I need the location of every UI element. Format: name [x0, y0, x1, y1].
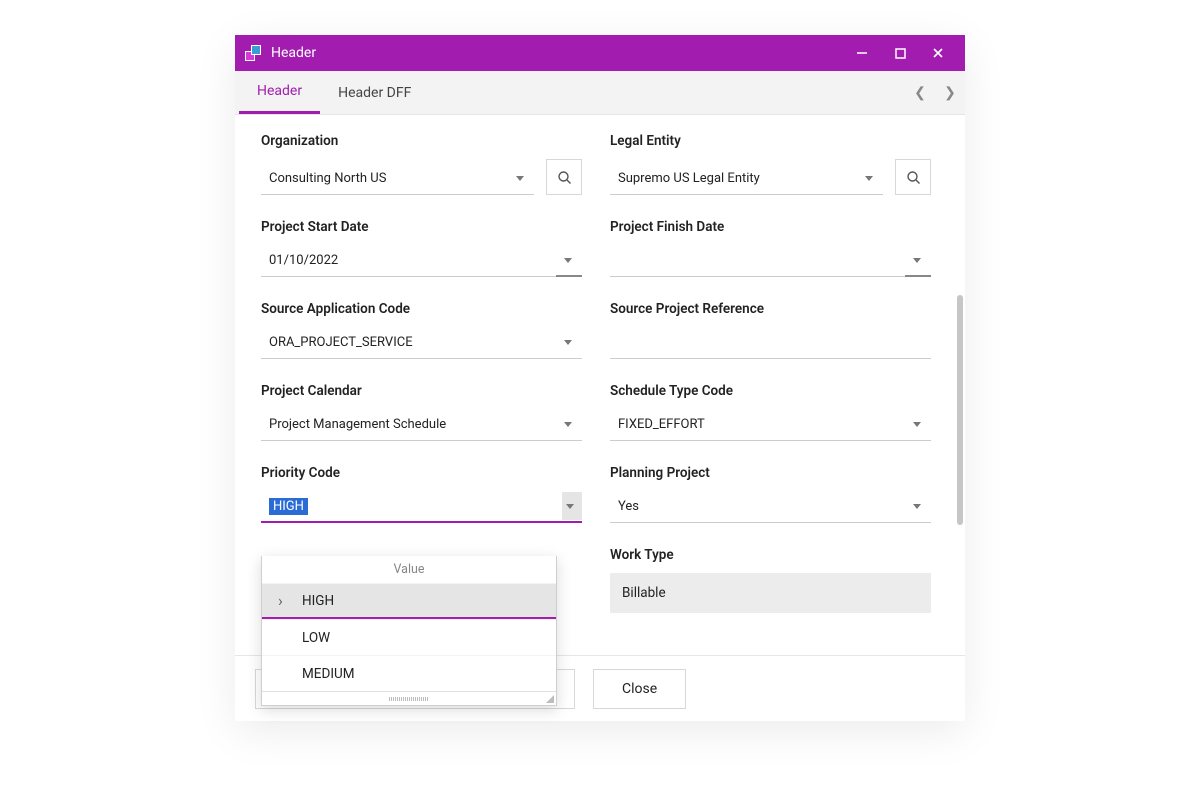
- planning-project-label: Planning Project: [610, 465, 931, 481]
- close-button[interactable]: Close: [593, 669, 686, 709]
- tab-header[interactable]: Header: [239, 71, 320, 114]
- chevron-down-icon: [516, 176, 524, 181]
- close-window-button[interactable]: [919, 35, 957, 71]
- window-title: Header: [271, 45, 316, 61]
- priority-code-label: Priority Code: [261, 465, 582, 481]
- chevron-down-icon: [564, 340, 572, 345]
- work-type-label: Work Type: [610, 547, 931, 563]
- source-app-code-label: Source Application Code: [261, 301, 582, 317]
- project-calendar-select[interactable]: Project Management Schedule: [261, 409, 582, 441]
- dropdown-item-medium[interactable]: MEDIUM: [262, 655, 556, 691]
- chevron-down-icon: [913, 504, 921, 509]
- tab-strip: Header Header DFF ❮ ❯: [235, 71, 965, 115]
- source-project-ref-label: Source Project Reference: [610, 301, 931, 317]
- app-icon: [245, 45, 261, 61]
- schedule-type-code-label: Schedule Type Code: [610, 383, 931, 399]
- chevron-down-icon: [913, 422, 921, 427]
- tab-header-dff[interactable]: Header DFF: [320, 71, 429, 114]
- form-column-right: Legal Entity Supremo US Legal Entity Pro…: [610, 133, 959, 637]
- search-icon: [557, 170, 572, 185]
- project-start-date-select[interactable]: 01/10/2022: [261, 245, 582, 277]
- project-finish-date-select[interactable]: [610, 245, 931, 277]
- vertical-scrollbar[interactable]: [955, 115, 965, 655]
- legal-entity-select[interactable]: Supremo US Legal Entity: [610, 163, 883, 195]
- dropdown-item-high[interactable]: HIGH: [262, 583, 556, 619]
- organization-search-button[interactable]: [546, 159, 582, 195]
- organization-select[interactable]: Consulting North US: [261, 163, 534, 195]
- chevron-down-icon: [564, 258, 572, 263]
- minimize-button[interactable]: [843, 35, 881, 71]
- scrollbar-thumb[interactable]: [957, 295, 963, 525]
- project-finish-date-label: Project Finish Date: [610, 219, 931, 235]
- tab-next-button[interactable]: ❯: [935, 71, 965, 114]
- project-calendar-label: Project Calendar: [261, 383, 582, 399]
- project-start-date-label: Project Start Date: [261, 219, 582, 235]
- priority-code-select[interactable]: HIGH: [261, 491, 582, 523]
- chevron-down-icon: [865, 176, 873, 181]
- schedule-type-code-select[interactable]: FIXED_EFFORT: [610, 409, 931, 441]
- dropdown-header: Value: [262, 556, 556, 583]
- source-app-code-select[interactable]: ORA_PROJECT_SERVICE: [261, 327, 582, 359]
- work-type-value: Billable: [610, 573, 931, 613]
- dropdown-item-low[interactable]: LOW: [262, 619, 556, 655]
- chevron-down-icon: [913, 258, 921, 263]
- chevron-down-icon: [566, 504, 574, 509]
- organization-label: Organization: [261, 133, 582, 149]
- legal-entity-search-button[interactable]: [895, 159, 931, 195]
- planning-project-select[interactable]: Yes: [610, 491, 931, 523]
- priority-code-dropdown: Value HIGH LOW MEDIUM: [261, 556, 557, 706]
- search-icon: [906, 170, 921, 185]
- source-project-ref-input[interactable]: [610, 327, 931, 359]
- maximize-button[interactable]: [881, 35, 919, 71]
- dropdown-resize-handle[interactable]: [262, 691, 556, 705]
- tab-prev-button[interactable]: ❮: [905, 71, 935, 114]
- legal-entity-label: Legal Entity: [610, 133, 931, 149]
- chevron-down-icon: [564, 422, 572, 427]
- titlebar: Header: [235, 35, 965, 71]
